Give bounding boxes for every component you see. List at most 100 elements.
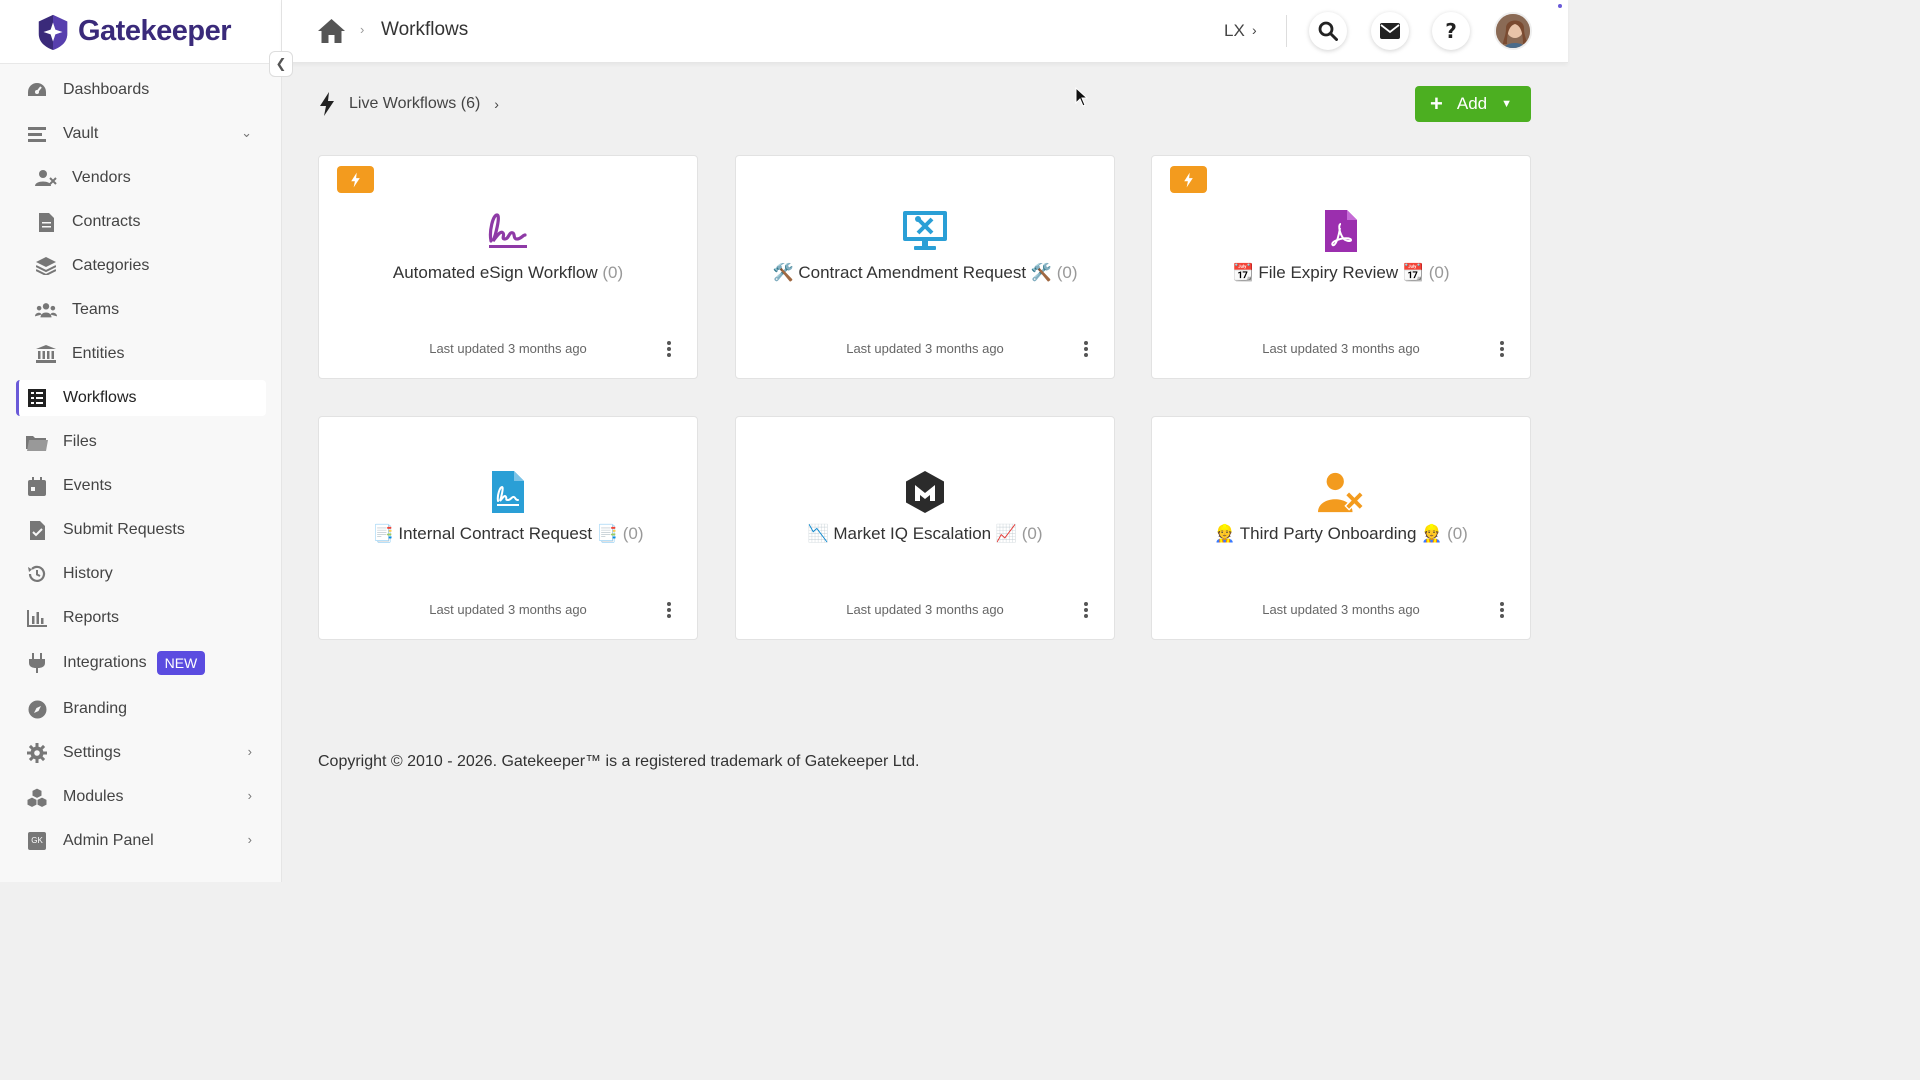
card-updated: Last updated 3 months ago [1262, 602, 1420, 617]
sidebar-item-events[interactable]: Events [16, 468, 266, 504]
sidebar-item-label: Settings [63, 744, 121, 761]
status-dot [1558, 4, 1562, 8]
org-switcher[interactable]: LX [1224, 21, 1245, 41]
sidebar-item-submit-requests[interactable]: Submit Requests [16, 512, 266, 548]
more-icon[interactable] [1082, 600, 1090, 620]
plus-icon: + [1430, 91, 1443, 116]
logo[interactable]: Gatekeeper [0, 0, 281, 64]
workflow-card[interactable]: 👷 Third Party Onboarding 👷 (0) Last upda… [1151, 416, 1531, 640]
question-icon: ? [1445, 19, 1457, 43]
gatekeeper-logo-icon [38, 14, 68, 50]
file-check-icon [26, 519, 48, 541]
sidebar-item-vault[interactable]: Vault ⌄ [16, 116, 266, 152]
pdf-file-icon [1318, 208, 1364, 254]
sidebar-item-label: Dashboards [63, 81, 150, 98]
sidebar-item-contracts[interactable]: Contracts [16, 204, 266, 240]
sidebar-item-vendors[interactable]: Vendors [16, 160, 266, 196]
workflow-card[interactable]: 📑 Internal Contract Request 📑 (0) Last u… [318, 416, 698, 640]
card-title: 📑 Internal Contract Request 📑 (0) [372, 524, 644, 543]
teams-icon [35, 299, 57, 321]
search-button[interactable] [1309, 12, 1347, 50]
footer-copyright: Copyright © 2010 - 2026. Gatekeeper™ is … [318, 753, 920, 770]
card-title: 🛠️ Contract Amendment Request 🛠️ (0) [772, 263, 1078, 282]
chevron-right-icon: › [247, 788, 252, 803]
avatar[interactable] [1494, 12, 1532, 50]
workflow-card[interactable]: 📉 Market IQ Escalation 📈 (0) Last update… [735, 416, 1115, 640]
mouse-cursor-icon [1075, 87, 1089, 107]
new-badge: NEW [156, 651, 206, 675]
plug-icon [26, 652, 48, 674]
workflow-card[interactable]: 📆 File Expiry Review 📆 (0) Last updated … [1151, 155, 1531, 379]
sidebar-item-workflows[interactable]: Workflows [16, 380, 266, 416]
workflow-card[interactable]: Automated eSign Workflow (0) Last update… [318, 155, 698, 379]
workflow-card[interactable]: 🛠️ Contract Amendment Request 🛠️ (0) Las… [735, 155, 1115, 379]
bar-chart-icon [26, 607, 48, 629]
page-title: Workflows [381, 19, 469, 40]
user-tools-icon [1318, 469, 1364, 515]
sidebar-item-label: Events [63, 477, 112, 494]
more-icon[interactable] [1498, 600, 1506, 620]
more-icon[interactable] [665, 339, 673, 359]
home-icon[interactable] [318, 19, 345, 43]
layers-icon [35, 255, 57, 277]
calendar-icon [26, 475, 48, 497]
sidebar-item-reports[interactable]: Reports [16, 600, 266, 636]
gk-icon: GK [26, 830, 48, 852]
chevron-right-icon[interactable]: › [1252, 22, 1257, 38]
card-title: Automated eSign Workflow (0) [392, 263, 624, 282]
monitor-tools-icon [902, 208, 948, 254]
add-button[interactable]: + Add ▼ [1415, 86, 1531, 122]
sidebar-item-settings[interactable]: Settings › [16, 735, 266, 771]
card-updated: Last updated 3 months ago [846, 602, 1004, 617]
bolt-icon [1184, 172, 1193, 187]
sidebar: Gatekeeper Dashboards Vault ⌄ Vendors Co… [0, 0, 282, 882]
add-label: Add [1456, 94, 1488, 113]
user-photo [1496, 14, 1530, 48]
sidebar-item-label: Categories [72, 257, 150, 274]
sidebar-item-admin-panel[interactable]: GK Admin Panel › [16, 823, 266, 859]
more-icon[interactable] [1082, 339, 1090, 359]
chevron-left-icon: ❮ [275, 56, 287, 71]
sidebar-item-label: Modules [63, 788, 124, 805]
vault-icon [26, 123, 48, 145]
sidebar-item-label: Integrations [63, 654, 147, 671]
search-icon [1318, 21, 1338, 41]
caret-down-icon: ▼ [1501, 98, 1512, 110]
sidebar-item-history[interactable]: History [16, 556, 266, 592]
more-icon[interactable] [1498, 339, 1506, 359]
card-title: 👷 Third Party Onboarding 👷 (0) [1214, 524, 1468, 543]
cubes-icon [26, 786, 48, 808]
sidebar-item-files[interactable]: Files [16, 424, 266, 460]
sidebar-item-label: Vault [63, 125, 99, 142]
live-badge [337, 166, 374, 193]
signature-icon [485, 208, 531, 254]
sidebar-item-label: Submit Requests [63, 521, 185, 538]
history-icon [26, 563, 48, 585]
sidebar-item-label: Branding [63, 700, 128, 717]
sidebar-item-modules[interactable]: Modules › [16, 779, 266, 815]
sidebar-item-integrations[interactable]: Integrations NEW [16, 645, 266, 681]
dashboard-icon [26, 79, 48, 101]
sidebar-item-branding[interactable]: Branding [16, 691, 266, 727]
bank-icon [35, 343, 57, 365]
bolt-icon [320, 92, 334, 116]
help-button[interactable]: ? [1432, 12, 1470, 50]
live-workflows-link[interactable]: Live Workflows (6) › [318, 92, 499, 116]
sidebar-item-label: Entities [72, 345, 125, 362]
messages-button[interactable] [1371, 12, 1409, 50]
sidebar-item-entities[interactable]: Entities [16, 336, 266, 372]
divider [1286, 15, 1287, 47]
sidebar-item-teams[interactable]: Teams [16, 292, 266, 328]
sidebar-item-dashboards[interactable]: Dashboards [16, 72, 266, 108]
sidebar-item-categories[interactable]: Categories [16, 248, 266, 284]
compass-icon [26, 698, 48, 720]
more-icon[interactable] [665, 600, 673, 620]
sidebar-item-label: Workflows [63, 389, 137, 406]
card-updated: Last updated 3 months ago [846, 341, 1004, 356]
vendors-icon [35, 167, 57, 189]
sidebar-item-label: Files [63, 433, 97, 450]
breadcrumb-separator: › [360, 22, 365, 37]
card-title: 📉 Market IQ Escalation 📈 (0) [807, 524, 1043, 543]
collapse-sidebar-button[interactable]: ❮ [269, 51, 293, 77]
chevron-down-icon: ⌄ [241, 125, 252, 140]
